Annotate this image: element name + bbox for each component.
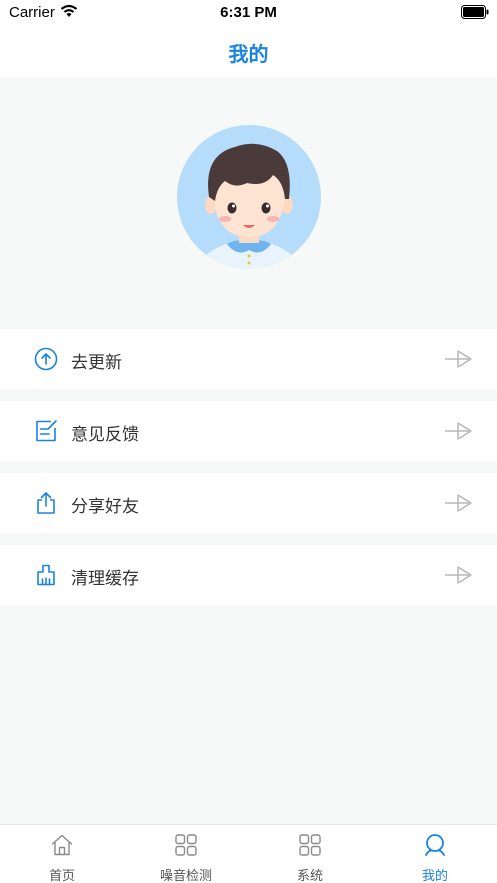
tab-system[interactable]: 系统 — [248, 825, 372, 883]
clock-time: 6:31 PM — [220, 4, 277, 21]
arrow-right-icon — [445, 494, 472, 512]
tab-label: 我的 — [421, 869, 448, 883]
arrow-right-icon — [445, 566, 472, 584]
menu-item-clear-cache[interactable]: 清理缓存 — [0, 545, 497, 605]
menu-item-label: 去更新 — [71, 353, 122, 373]
edit-note-icon — [36, 420, 57, 442]
grid-icon — [299, 834, 321, 856]
menu-item-label: 清理缓存 — [71, 569, 139, 589]
arrow-up-circle-icon — [34, 347, 58, 371]
avatar-illustration — [197, 143, 301, 269]
menu-item-update[interactable]: 去更新 — [0, 329, 497, 389]
grid-icon — [175, 834, 197, 856]
profile-icon — [425, 834, 445, 856]
tab-home[interactable]: 首页 — [0, 825, 124, 883]
menu-item-label: 意见反馈 — [71, 425, 139, 445]
navigation-bar: 我的 — [0, 26, 497, 77]
tab-bar: 首页 噪音检测 系统 我的 — [0, 824, 497, 883]
page-title: 我的 — [228, 42, 269, 66]
home-icon — [51, 834, 73, 856]
tab-label: 噪音检测 — [159, 869, 212, 883]
tab-mine[interactable]: 我的 — [373, 825, 497, 883]
arrow-right-icon — [445, 350, 472, 368]
tab-label: 系统 — [296, 869, 323, 883]
avatar[interactable] — [177, 125, 321, 269]
broom-icon — [37, 564, 55, 586]
tab-label: 首页 — [48, 869, 75, 883]
menu-item-share[interactable]: 分享好友 — [0, 473, 497, 533]
status-bar: Carrier 6:31 PM — [0, 0, 497, 26]
menu-item-label: 分享好友 — [71, 497, 139, 517]
arrow-right-icon — [445, 422, 472, 440]
tab-noise-detection[interactable]: 噪音检测 — [124, 825, 248, 883]
battery-icon — [461, 5, 489, 19]
share-icon — [37, 492, 55, 514]
menu-item-feedback[interactable]: 意见反馈 — [0, 401, 497, 461]
